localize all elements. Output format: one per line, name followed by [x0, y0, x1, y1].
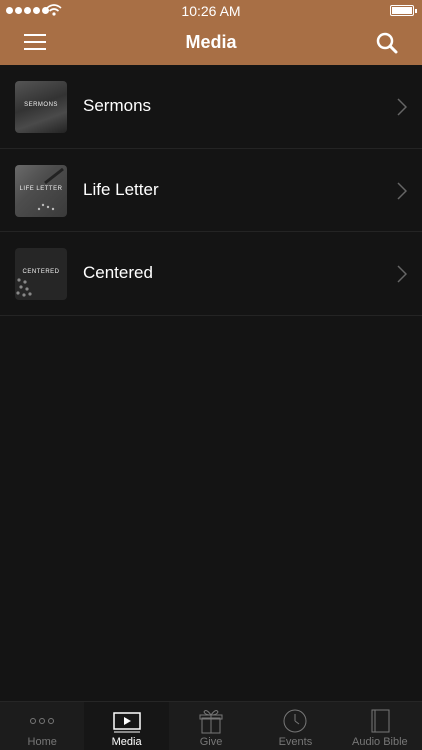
tab-media[interactable]: Media — [84, 702, 169, 750]
clock-icon — [283, 709, 307, 733]
battery-icon — [390, 5, 417, 16]
media-item-label: Sermons — [83, 96, 152, 115]
top-bar: 10:26 AM Media — [0, 0, 422, 65]
chevron-right-icon — [397, 265, 407, 283]
tab-label: Give — [199, 736, 223, 748]
gift-icon — [199, 710, 223, 734]
tab-events[interactable]: Events — [253, 702, 337, 750]
media-item-sermons[interactable]: SERMONS Sermons — [0, 65, 422, 149]
search-icon[interactable] — [374, 30, 400, 56]
chevron-right-icon — [397, 98, 407, 116]
tab-label: Home — [27, 736, 57, 748]
media-item-label: Life Letter — [83, 179, 159, 199]
sermons-thumbnail: SERMONS — [15, 81, 67, 133]
life-letter-thumbnail: LIFE LETTER — [15, 164, 67, 217]
book-icon — [371, 709, 390, 733]
centered-thumbnail: CENTERED — [15, 248, 67, 300]
play-icon — [112, 712, 141, 733]
tab-label: Media — [111, 736, 142, 748]
thumbnail-text: LIFE LETTER — [19, 185, 63, 192]
tab-audio-bible[interactable]: Audio Bible — [338, 702, 422, 750]
status-bar: 10:26 AM — [0, 0, 422, 22]
thumbnail-text: CENTERED — [22, 269, 60, 275]
status-time: 10:26 AM — [181, 3, 241, 19]
tab-label: Audio Bible — [352, 736, 408, 748]
page-title: Media — [185, 32, 237, 52]
chevron-right-icon — [397, 181, 407, 200]
media-list: SERMONS Sermons LIFE LETTER Life Letter — [0, 65, 422, 316]
more-dots-icon — [30, 718, 55, 724]
tab-label: Events — [278, 736, 313, 748]
thumbnail-text: SERMONS — [24, 102, 58, 108]
media-item-centered[interactable]: CENTERED Centered — [0, 232, 422, 316]
media-item-life-letter[interactable]: LIFE LETTER Life Letter — [0, 149, 422, 232]
media-item-label: Centered — [83, 263, 153, 282]
navigation-bar: Media — [0, 22, 422, 65]
tab-give[interactable]: Give — [169, 702, 253, 750]
tab-home[interactable]: Home — [0, 702, 84, 750]
tab-bar: Home Media Give Events Audio Bible — [0, 701, 422, 750]
